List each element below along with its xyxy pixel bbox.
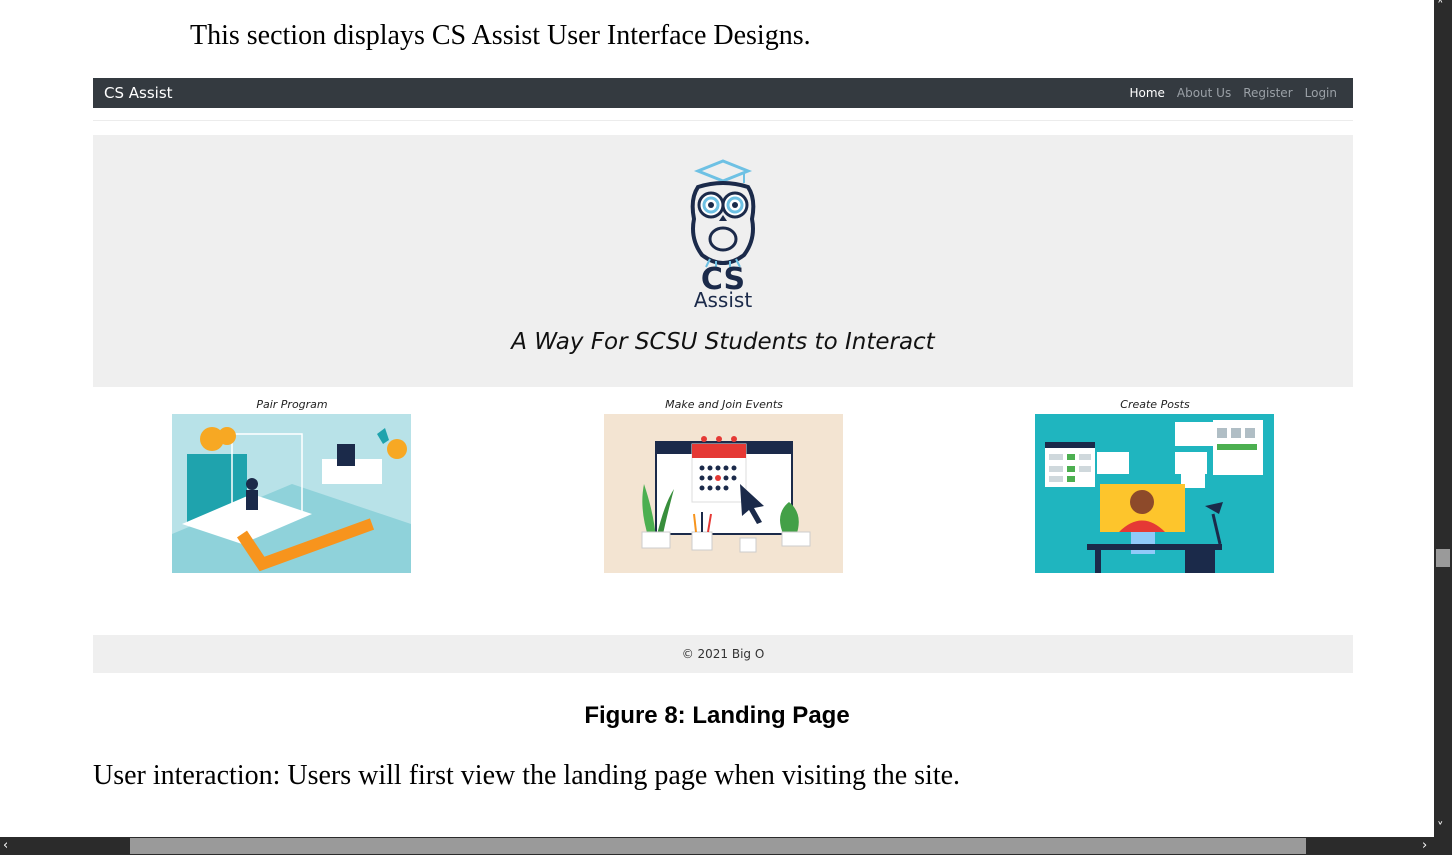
feature-label-create-posts: Create Posts bbox=[1120, 398, 1190, 411]
owl-icon: CS Assist bbox=[690, 159, 756, 312]
feature-make-join-events: Make and Join Events bbox=[604, 398, 844, 573]
nav-link-register: Register bbox=[1243, 86, 1293, 100]
cs-assist-logo: CS Assist bbox=[678, 159, 768, 312]
nav-link-home: Home bbox=[1129, 86, 1165, 100]
footer-copyright: © 2021 Big O bbox=[681, 647, 765, 661]
navbar-links: Home About Us Register Login bbox=[1129, 86, 1337, 100]
figure-caption: Figure 8: Landing Page bbox=[584, 702, 850, 729]
vertical-scrollbar[interactable] bbox=[1434, 0, 1452, 837]
pair-program-illustration bbox=[172, 414, 411, 573]
navbar-brand: CS Assist bbox=[104, 84, 173, 102]
mockup-footer: © 2021 Big O bbox=[93, 635, 1353, 673]
vertical-scrollbar-thumb[interactable] bbox=[1436, 549, 1450, 567]
nav-link-about-us: About Us bbox=[1176, 86, 1232, 100]
feature-label-events: Make and Join Events bbox=[665, 398, 783, 411]
horizontal-scrollbar-thumb[interactable] bbox=[130, 838, 1306, 854]
mockup-navbar: CS Assist Home About Us Register Login bbox=[93, 78, 1353, 108]
svg-text:Assist: Assist bbox=[694, 288, 752, 309]
body-paragraph: User interaction: Users will first view … bbox=[93, 760, 961, 791]
chevron-down-icon[interactable]: ˅ bbox=[1437, 822, 1444, 836]
feature-label-pair-program: Pair Program bbox=[256, 398, 328, 411]
create-posts-illustration bbox=[1035, 414, 1274, 573]
feature-create-posts: Create Posts bbox=[1035, 398, 1275, 573]
feature-pair-program: Pair Program bbox=[172, 398, 412, 573]
navbar-divider bbox=[93, 120, 1353, 121]
landing-page-mockup: CS Assist Home About Us Register Login C… bbox=[93, 78, 1353, 674]
document-page: This section displays CS Assist User Int… bbox=[0, 0, 1434, 837]
intro-paragraph: This section displays CS Assist User Int… bbox=[190, 20, 811, 51]
events-calendar-illustration bbox=[604, 414, 843, 573]
chevron-up-icon[interactable]: ˄ bbox=[1437, 0, 1444, 14]
chevron-left-icon[interactable]: ‹ bbox=[3, 839, 8, 853]
hero-section: CS Assist A Way For SCSU Students to Int… bbox=[93, 135, 1353, 387]
hero-tagline: A Way For SCSU Students to Interact bbox=[511, 329, 935, 355]
chevron-right-icon[interactable]: › bbox=[1422, 839, 1427, 853]
nav-link-login: Login bbox=[1304, 86, 1337, 100]
